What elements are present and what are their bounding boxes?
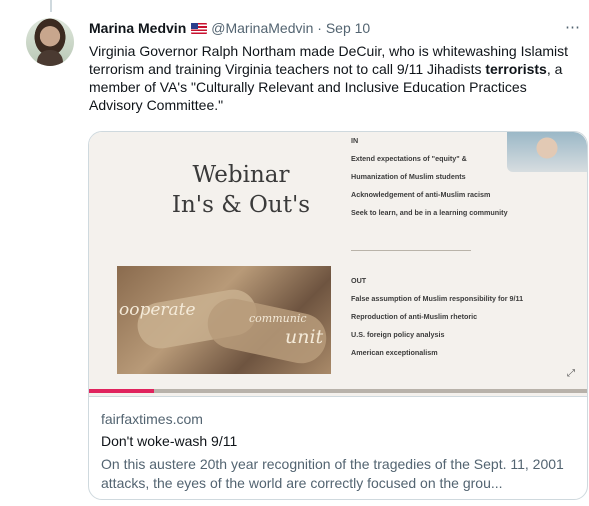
- in-item: Humanization of Muslim students: [351, 172, 466, 181]
- link-card[interactable]: Webinar In's & Out's ooperate communic u…: [88, 131, 588, 500]
- fullscreen-icon[interactable]: ⤢: [567, 368, 581, 379]
- webinar-title-line1: Webinar: [192, 162, 290, 188]
- handshake-image: ooperate communic unit: [117, 266, 331, 374]
- webinar-title: Webinar In's & Out's: [141, 160, 341, 220]
- out-item: U.S. foreign policy analysis: [351, 330, 445, 339]
- tweet-text-bold: terrorists: [485, 61, 547, 77]
- in-item: Extend expectations of "equity" &: [351, 154, 467, 163]
- video-progress-fill: [89, 389, 154, 393]
- in-item: Seek to learn, and be in a learning comm…: [351, 208, 508, 217]
- avatar[interactable]: [26, 18, 74, 66]
- in-list: IN Extend expectations of "equity" & Hum…: [351, 132, 508, 222]
- out-item: American exceptionalism: [351, 348, 438, 357]
- out-item: Reproduction of anti-Muslim rhetoric: [351, 312, 478, 321]
- in-item: Acknowledgement of anti-Muslim racism: [351, 190, 491, 199]
- card-meta[interactable]: fairfaxtimes.com Don't woke-wash 9/11 On…: [89, 396, 587, 499]
- card-title: Don't woke-wash 9/11: [101, 433, 238, 449]
- in-heading: IN: [351, 136, 359, 145]
- webinar-title-line2: In's & Out's: [171, 192, 311, 218]
- card-domain: fairfaxtimes.com: [101, 411, 203, 427]
- out-list: OUT False assumption of Muslim responsib…: [351, 272, 523, 362]
- tweet-text: Virginia Governor Ralph Northam made DeC…: [89, 42, 569, 114]
- handshake-word-2: communic: [249, 312, 307, 325]
- thread-connector-line: [50, 0, 52, 12]
- handshake-word-1: ooperate: [119, 300, 196, 320]
- presenter-video-thumbnail: [507, 132, 587, 172]
- separator-dot: ·: [317, 20, 322, 36]
- card-description: On this austere 20th year recognition of…: [101, 456, 564, 491]
- tweet-date[interactable]: Sep 10: [326, 20, 370, 36]
- video-media[interactable]: Webinar In's & Out's ooperate communic u…: [89, 132, 587, 396]
- tweet-header: Marina Medvin @MarinaMedvin · Sep 10: [89, 20, 569, 40]
- list-divider: [351, 250, 471, 251]
- author-name[interactable]: Marina Medvin: [89, 20, 186, 36]
- out-heading: OUT: [351, 276, 367, 285]
- more-dots-icon[interactable]: ⋯: [565, 18, 581, 36]
- out-item: False assumption of Muslim responsibilit…: [351, 294, 524, 303]
- handshake-word-3: unit: [285, 326, 324, 348]
- us-flag-icon: [191, 23, 208, 34]
- author-handle[interactable]: @MarinaMedvin: [211, 20, 313, 36]
- video-progress-bar[interactable]: [89, 389, 587, 393]
